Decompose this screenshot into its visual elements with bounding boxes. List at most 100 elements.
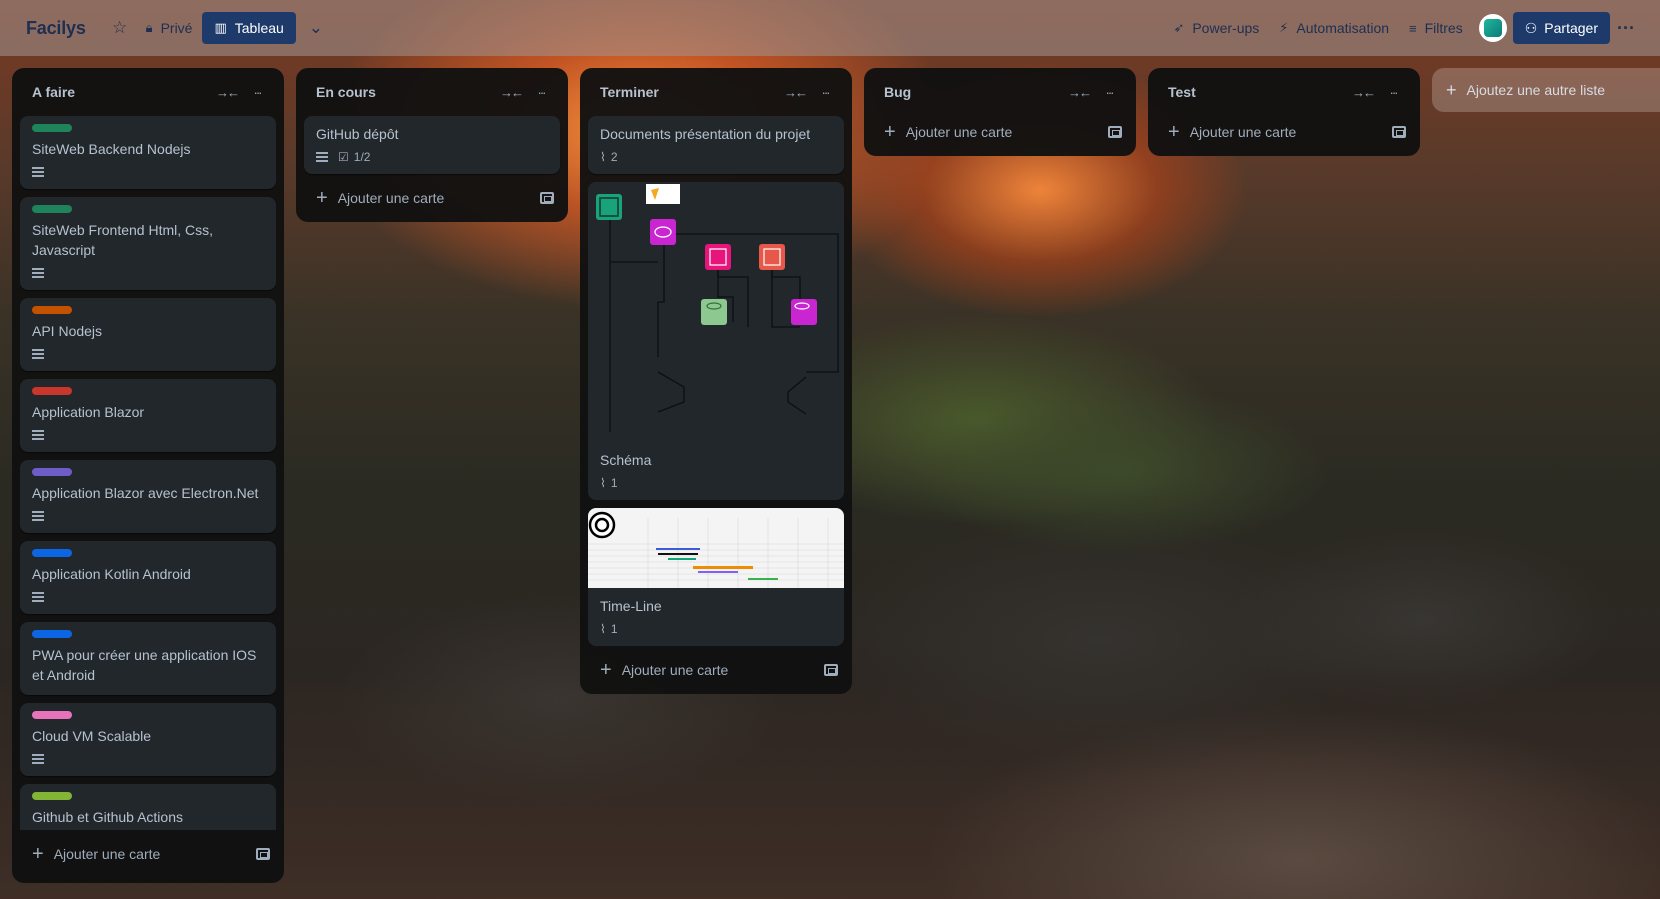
list-header: Test →← ··· bbox=[1156, 76, 1412, 108]
card-title: SiteWeb Backend Nodejs bbox=[32, 141, 191, 157]
card[interactable]: Application Kotlin Android bbox=[20, 541, 276, 614]
list-title[interactable]: A faire bbox=[32, 84, 212, 100]
description-icon bbox=[32, 428, 44, 442]
collapse-icon[interactable]: →← bbox=[496, 85, 526, 100]
add-card-label: Ajouter une carte bbox=[337, 190, 445, 206]
add-card-button[interactable]: + Ajouter une carte bbox=[1156, 116, 1412, 148]
plus-icon: + bbox=[1168, 121, 1180, 143]
add-card-button[interactable]: + Ajouter une carte bbox=[872, 116, 1128, 148]
card[interactable]: GitHub dépôt ☑ 1/2 bbox=[304, 116, 560, 174]
card-title: Application Blazor avec Electron.Net bbox=[32, 485, 259, 501]
avatar-image bbox=[1483, 19, 1502, 37]
card[interactable]: Github et Github Actions bbox=[20, 784, 276, 830]
more-icon[interactable]: ··· bbox=[1378, 85, 1408, 100]
automation-button[interactable]: ⚡︎ Automatisation bbox=[1269, 12, 1399, 44]
list-title[interactable]: En cours bbox=[316, 84, 496, 100]
add-card-button[interactable]: + Ajouter une carte bbox=[588, 654, 844, 686]
checklist-icon: ☑ bbox=[338, 150, 349, 164]
collapse-icon[interactable]: →← bbox=[1348, 85, 1378, 100]
card-title: PWA pour créer une application IOS et An… bbox=[32, 647, 257, 683]
share-button[interactable]: ⚇ Partager bbox=[1512, 12, 1610, 44]
visibility-button[interactable]: 🔒︎ Privé bbox=[136, 12, 203, 44]
board-view-button[interactable]: ▥ Tableau bbox=[202, 12, 296, 44]
list-terminer: Terminer →← ··· Documents présentation d… bbox=[580, 68, 852, 694]
add-card-button[interactable]: + Ajouter une carte bbox=[20, 838, 276, 870]
label-red bbox=[32, 387, 72, 395]
card[interactable]: Time-Line ⌇ 1 bbox=[588, 508, 844, 646]
powerups-button[interactable]: ➶ Power-ups bbox=[1163, 12, 1269, 44]
list-header: Terminer →← ··· bbox=[588, 76, 844, 108]
card[interactable]: Application Blazor bbox=[20, 379, 276, 452]
attachment-count: 1 bbox=[610, 622, 618, 636]
card[interactable]: PWA pour créer une application IOS et An… bbox=[20, 622, 276, 695]
template-icon[interactable] bbox=[1108, 126, 1122, 138]
card-title: Schéma bbox=[600, 452, 652, 468]
filters-label: Filtres bbox=[1424, 20, 1463, 36]
plus-icon: + bbox=[32, 843, 44, 865]
list-header: A faire →← ··· bbox=[20, 76, 276, 108]
card[interactable]: Documents présentation du projet ⌇ 2 bbox=[588, 116, 844, 174]
paperclip-icon: ⌇ bbox=[600, 150, 606, 164]
description-icon bbox=[32, 266, 44, 280]
description-icon bbox=[32, 347, 44, 361]
plus-icon: + bbox=[316, 187, 328, 209]
add-card-label: Ajouter une carte bbox=[1189, 124, 1297, 140]
lightning-icon: ⚡︎ bbox=[1279, 20, 1289, 35]
list-en-cours: En cours →← ··· GitHub dépôt ☑ 1/2 + Ajo… bbox=[296, 68, 568, 222]
label-orange bbox=[32, 306, 72, 314]
automation-label: Automatisation bbox=[1296, 20, 1390, 36]
user-add-icon: ⚇ bbox=[1524, 19, 1538, 36]
plus-icon: + bbox=[1446, 79, 1457, 100]
more-icon[interactable]: ··· bbox=[1094, 85, 1124, 100]
checklist-badge: ☑ 1/2 bbox=[338, 150, 370, 164]
label-pink bbox=[32, 711, 72, 719]
star-icon[interactable]: ☆ bbox=[104, 12, 136, 44]
more-icon[interactable]: ··· bbox=[1610, 18, 1642, 39]
template-icon[interactable] bbox=[540, 192, 554, 204]
more-icon[interactable]: ··· bbox=[526, 85, 556, 100]
collapse-icon[interactable]: →← bbox=[1064, 85, 1094, 100]
card[interactable]: SiteWeb Frontend Html, Css, Javascript bbox=[20, 197, 276, 290]
card[interactable]: Schéma ⌇ 1 bbox=[588, 182, 844, 500]
filters-button[interactable]: ≡ Filtres bbox=[1399, 12, 1473, 44]
template-icon[interactable] bbox=[256, 848, 270, 860]
label-lime bbox=[32, 792, 72, 800]
attachment-count: 2 bbox=[610, 150, 618, 164]
collapse-icon[interactable]: →← bbox=[780, 85, 810, 100]
more-icon[interactable]: ··· bbox=[242, 85, 272, 100]
list-title[interactable]: Terminer bbox=[600, 84, 780, 100]
card[interactable]: Application Blazor avec Electron.Net bbox=[20, 460, 276, 533]
add-list-label: Ajoutez une autre liste bbox=[1466, 82, 1606, 98]
list-test: Test →← ··· + Ajouter une carte bbox=[1148, 68, 1420, 156]
label-purple bbox=[32, 468, 72, 476]
attachment-badge: ⌇ 2 bbox=[600, 150, 618, 164]
template-icon[interactable] bbox=[1392, 126, 1406, 138]
template-icon[interactable] bbox=[824, 664, 838, 676]
board-title[interactable]: Facilys bbox=[26, 18, 86, 39]
plus-icon: + bbox=[884, 121, 896, 143]
add-card-label: Ajouter une carte bbox=[905, 124, 1013, 140]
chevron-down-icon[interactable]: ⌄ bbox=[300, 12, 332, 44]
list-bug: Bug →← ··· + Ajouter une carte bbox=[864, 68, 1136, 156]
label-blue bbox=[32, 549, 72, 557]
collapse-icon[interactable]: →← bbox=[212, 85, 242, 100]
list-header: Bug →← ··· bbox=[872, 76, 1128, 108]
attachment-count: 1 bbox=[610, 476, 618, 490]
more-icon[interactable]: ··· bbox=[810, 85, 840, 100]
description-icon bbox=[316, 150, 328, 164]
list-title[interactable]: Bug bbox=[884, 84, 1064, 100]
card-title: API Nodejs bbox=[32, 323, 103, 339]
card[interactable]: API Nodejs bbox=[20, 298, 276, 371]
paperclip-icon: ⌇ bbox=[600, 476, 606, 490]
powerups-label: Power-ups bbox=[1192, 20, 1260, 36]
add-card-button[interactable]: + Ajouter une carte bbox=[304, 182, 560, 214]
add-list-button[interactable]: + Ajoutez une autre liste bbox=[1432, 68, 1660, 112]
board-header: Facilys ☆ 🔒︎ Privé ▥ Tableau ⌄ ➶ Power-u… bbox=[0, 0, 1660, 56]
list-title[interactable]: Test bbox=[1168, 84, 1348, 100]
card[interactable]: SiteWeb Backend Nodejs bbox=[20, 116, 276, 189]
lock-icon: 🔒︎ bbox=[145, 20, 153, 35]
rocket-icon: ➶ bbox=[1173, 20, 1185, 35]
avatar[interactable] bbox=[1478, 14, 1507, 42]
paperclip-icon: ⌇ bbox=[600, 622, 606, 636]
card[interactable]: Cloud VM Scalable bbox=[20, 703, 276, 776]
